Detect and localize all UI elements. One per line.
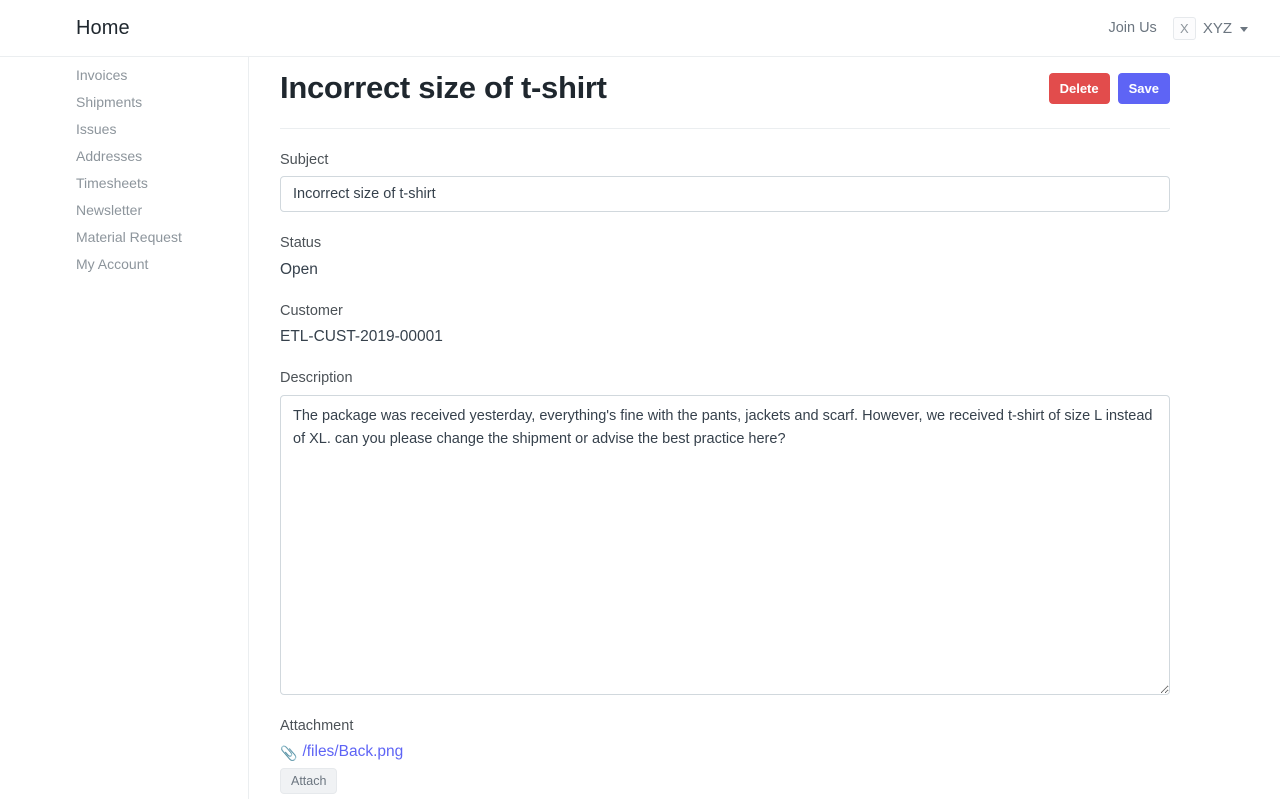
avatar: X (1173, 17, 1196, 40)
subject-label: Subject (280, 152, 1170, 169)
sidebar-item-timesheets[interactable]: Timesheets (0, 170, 248, 197)
field-status: Status Open (280, 235, 1170, 280)
navbar-right-group: Join Us X XYZ (1108, 17, 1248, 40)
user-menu[interactable]: X XYZ (1173, 17, 1248, 40)
status-label: Status (280, 235, 1170, 252)
subject-input[interactable] (280, 176, 1170, 212)
header-divider (280, 128, 1170, 129)
chevron-down-icon (1240, 27, 1248, 32)
save-button[interactable]: Save (1118, 73, 1170, 104)
delete-button[interactable]: Delete (1049, 73, 1110, 104)
status-value: Open (280, 260, 1170, 280)
join-us-link[interactable]: Join Us (1108, 20, 1156, 36)
sidebar-item-my-account[interactable]: My Account (0, 251, 248, 278)
description-textarea[interactable] (280, 395, 1170, 695)
main-content: Incorrect size of t-shirt Delete Save Su… (249, 57, 1280, 799)
paperclip-icon: 📎 (280, 746, 297, 760)
field-description: Description (280, 370, 1170, 694)
brand-home-link[interactable]: Home (76, 18, 130, 38)
app-root: Home Join Us X XYZ Invoices Shipments Is… (0, 0, 1280, 799)
customer-value: ETL-CUST-2019-00001 (280, 327, 1170, 347)
sidebar: Invoices Shipments Issues Addresses Time… (0, 57, 249, 799)
attach-file-button[interactable]: Attach (280, 768, 337, 795)
attachment-row: 📎 /files/Back.png (280, 743, 1170, 762)
sidebar-item-invoices[interactable]: Invoices (0, 62, 248, 89)
page-actions: Delete Save (1049, 73, 1170, 104)
attachment-label: Attachment (280, 718, 1170, 735)
sidebar-item-material-request[interactable]: Material Request (0, 224, 248, 251)
customer-label: Customer (280, 303, 1170, 320)
field-attachment: Attachment 📎 /files/Back.png Attach (280, 718, 1170, 794)
page-header-row: Incorrect size of t-shirt Delete Save (280, 57, 1170, 111)
top-navbar: Home Join Us X XYZ (0, 0, 1280, 57)
user-name-label: XYZ (1203, 21, 1232, 36)
page-title: Incorrect size of t-shirt (280, 69, 607, 106)
sidebar-item-newsletter[interactable]: Newsletter (0, 197, 248, 224)
sidebar-item-addresses[interactable]: Addresses (0, 143, 248, 170)
field-customer: Customer ETL-CUST-2019-00001 (280, 303, 1170, 348)
field-subject: Subject (280, 152, 1170, 212)
attachment-file-link[interactable]: /files/Back.png (302, 743, 403, 762)
description-label: Description (280, 370, 1170, 387)
sidebar-item-issues[interactable]: Issues (0, 116, 248, 143)
sidebar-item-shipments[interactable]: Shipments (0, 89, 248, 116)
content-wrapper: Incorrect size of t-shirt Delete Save Su… (249, 57, 1280, 794)
